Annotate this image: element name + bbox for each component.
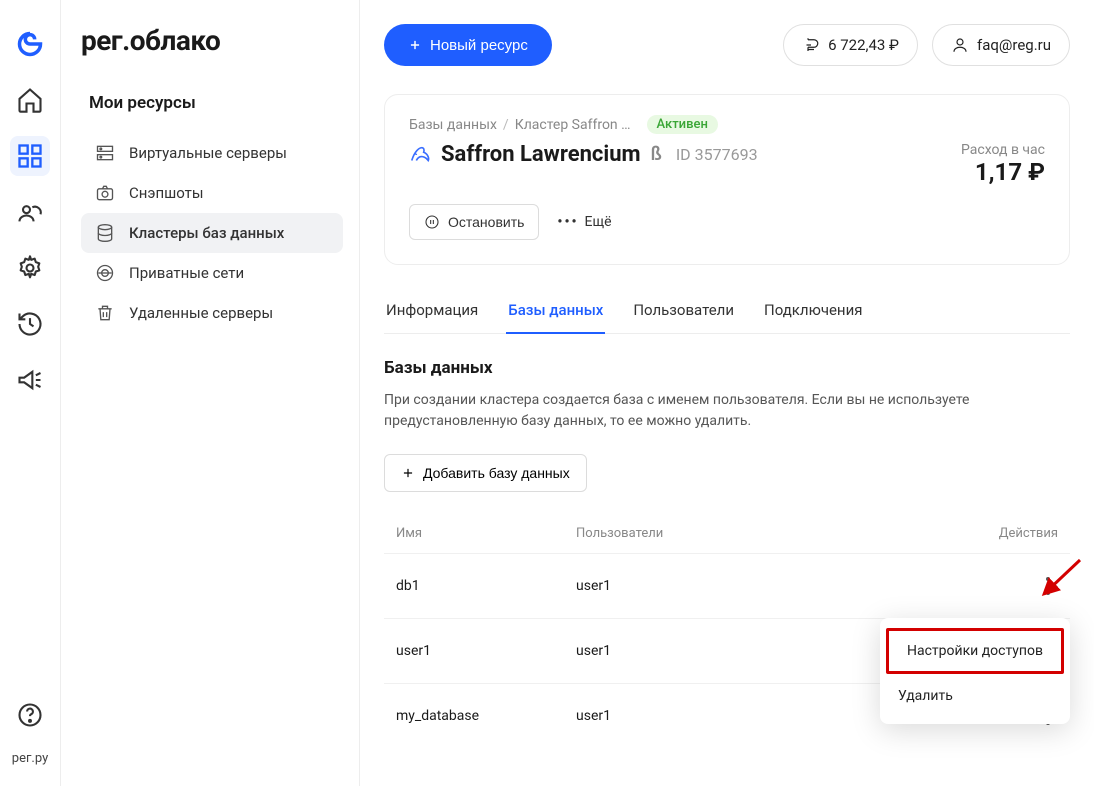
balance-value: 6 722,43 ₽: [828, 36, 899, 54]
help-icon[interactable]: [10, 695, 50, 735]
cluster-id: ID 3577693: [676, 145, 758, 164]
stop-label: Остановить: [448, 214, 524, 230]
sidebar-title: Мои ресурсы: [89, 93, 343, 113]
cluster-card: Базы данных / Кластер Saffron … Активен …: [384, 94, 1070, 265]
tab-info[interactable]: Информация: [384, 289, 480, 333]
more-button[interactable]: ••• Ещё: [557, 214, 611, 230]
dots-icon: •••: [557, 214, 578, 230]
tab-connections[interactable]: Подключения: [762, 289, 864, 333]
sidebar-item-snapshots[interactable]: Снэпшоты: [81, 173, 343, 213]
breadcrumb-root[interactable]: Базы данных: [409, 117, 497, 133]
add-database-button[interactable]: Добавить базу данных: [384, 454, 587, 492]
sidebar-item-label: Кластеры баз данных: [129, 224, 284, 242]
announce-icon[interactable]: [10, 360, 50, 400]
sidebar-item-label: Удаленные серверы: [129, 304, 273, 322]
footer-brand[interactable]: рег.ру: [0, 751, 60, 786]
sidebar-item-label: Снэпшоты: [129, 184, 204, 202]
sidebar-item-deleted[interactable]: Удаленные серверы: [81, 293, 343, 333]
breadcrumb: Базы данных / Кластер Saffron … Активен: [409, 115, 1045, 134]
stop-button[interactable]: Остановить: [409, 204, 539, 240]
account-email: faq@reg.ru: [977, 36, 1051, 54]
tab-users[interactable]: Пользователи: [631, 289, 736, 333]
more-label: Ещё: [585, 214, 612, 230]
usage-value: 1,17 ₽: [961, 158, 1045, 186]
row-actions-popup: Настройки доступов Удалить: [880, 618, 1070, 724]
section-description: При создании кластера создается база с и…: [384, 390, 1024, 432]
tab-databases[interactable]: Базы данных: [506, 289, 605, 333]
usage-label: Расход в час: [961, 142, 1045, 158]
section-title: Базы данных: [384, 358, 1070, 378]
db-name: db1: [396, 578, 576, 594]
topbar: Новый ресурс 6 722,43 ₽ faq@reg.ru: [384, 24, 1070, 66]
breadcrumb-cluster[interactable]: Кластер Saffron …: [515, 117, 631, 133]
db-user: user1: [576, 578, 958, 594]
popup-delete[interactable]: Удалить: [880, 676, 1070, 716]
logo-icon[interactable]: [10, 24, 50, 64]
col-users: Пользователи: [576, 526, 958, 541]
db-name: user1: [396, 643, 576, 659]
sidebar-item-db-clusters[interactable]: Кластеры баз данных: [81, 213, 343, 253]
new-resource-label: Новый ресурс: [430, 37, 528, 54]
sidebar: рег.облако Мои ресурсы Виртуальные серве…: [60, 0, 360, 786]
beta-badge: ß: [651, 144, 662, 165]
db-table: Имя Пользователи Действия db1 user1 Наст…: [384, 520, 1070, 748]
db-name: my_database: [396, 708, 576, 724]
balance-pill[interactable]: 6 722,43 ₽: [783, 24, 918, 66]
dashboard-icon[interactable]: [10, 136, 50, 176]
gear-icon[interactable]: [10, 248, 50, 288]
sidebar-item-networks[interactable]: Приватные сети: [81, 253, 343, 293]
row-menu-button[interactable]: [1038, 576, 1058, 596]
main: Новый ресурс 6 722,43 ₽ faq@reg.ru Базы …: [360, 0, 1094, 786]
breadcrumb-sep: /: [503, 117, 509, 133]
home-icon[interactable]: [10, 80, 50, 120]
table-row: db1 user1 Настройки доступов Удалить: [384, 553, 1070, 618]
col-actions: Действия: [958, 526, 1058, 541]
popup-access-settings[interactable]: Настройки доступов: [886, 628, 1064, 674]
new-resource-button[interactable]: Новый ресурс: [384, 24, 552, 66]
mysql-icon: [409, 144, 431, 166]
icon-rail: рег.ру: [0, 0, 60, 786]
add-database-label: Добавить базу данных: [423, 465, 570, 481]
status-badge: Активен: [647, 115, 718, 134]
account-pill[interactable]: faq@reg.ru: [932, 24, 1070, 66]
tabs: Информация Базы данных Пользователи Подк…: [384, 289, 1070, 334]
sidebar-item-label: Приватные сети: [129, 264, 244, 282]
history-icon[interactable]: [10, 304, 50, 344]
users-icon[interactable]: [10, 192, 50, 232]
sidebar-item-vms[interactable]: Виртуальные серверы: [81, 133, 343, 173]
sidebar-item-label: Виртуальные серверы: [129, 144, 287, 162]
col-name: Имя: [396, 526, 576, 541]
brand: рег.облако: [81, 24, 343, 57]
cluster-name: Saffron Lawrencium: [441, 142, 641, 167]
